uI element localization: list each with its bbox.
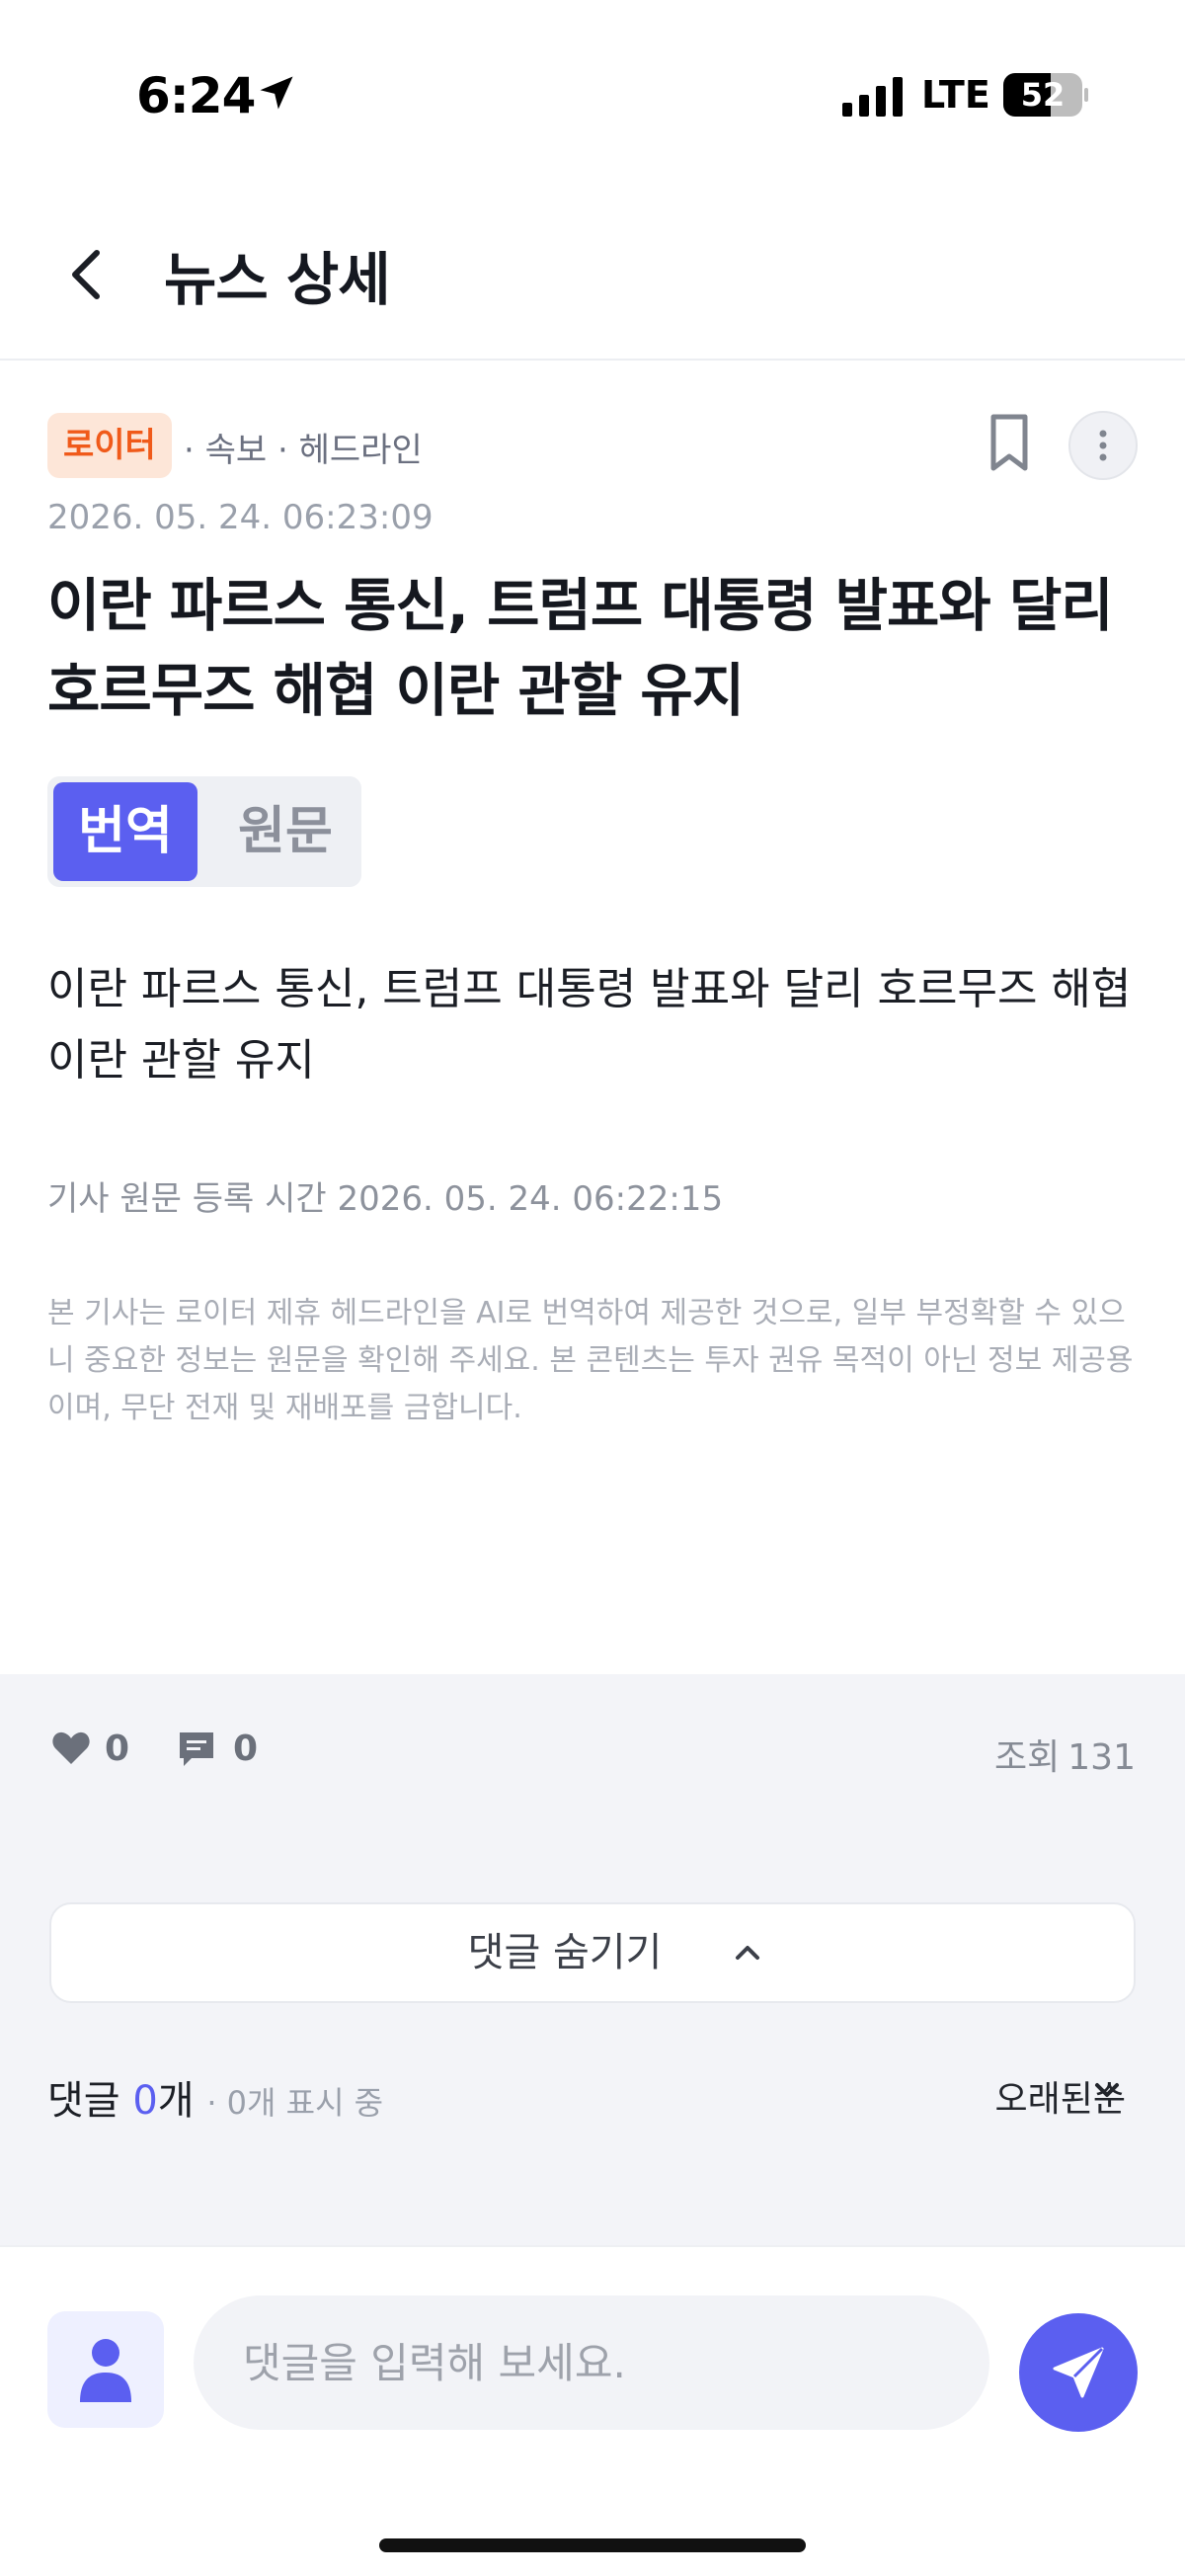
heart-icon[interactable] [51, 1731, 91, 1766]
chevron-up-icon [736, 1946, 759, 1960]
send-button[interactable] [1019, 2313, 1138, 2432]
chevron-down-icon[interactable] [1092, 2080, 1122, 2102]
article-tags: · 속보 · 헤드라인 [184, 431, 423, 470]
views-label: 조회 [994, 1737, 1061, 1778]
hide-comments-button[interactable]: 댓글 숨기기 [49, 1902, 1136, 2003]
article-body: 이란 파르스 통신, 트럼프 대통령 발표와 달리 호르무즈 해협 이란 관할 … [47, 964, 1132, 1086]
article-title: 이란 파르스 통신, 트럼프 대통령 발표와 달리 호르무즈 해협 이란 관할 … [47, 572, 1114, 724]
view-count: 조회 131 [987, 1729, 1136, 1780]
page-title: 뉴스 상세 [164, 246, 391, 313]
original-tab[interactable]: 원문 [213, 782, 357, 881]
comments-shown: · 0개 표시 중 [206, 2084, 384, 2122]
language-toggle: 번역 원문 [47, 776, 361, 887]
home-indicator [379, 2538, 806, 2552]
more-vertical-icon [1099, 430, 1107, 461]
comment-input[interactable] [194, 2295, 989, 2430]
app-header: 뉴스 상세 [0, 188, 1185, 361]
comment-count: 0 [233, 1729, 259, 1769]
more-options-button[interactable] [1068, 411, 1138, 480]
user-icon [80, 2339, 131, 2402]
signal-icon [842, 77, 903, 117]
views-value: 131 [1067, 1737, 1136, 1778]
bookmark-icon[interactable] [986, 413, 1033, 472]
translate-tab[interactable]: 번역 [53, 782, 198, 881]
avatar [47, 2311, 164, 2428]
comments-summary-prefix: 댓글 [47, 2078, 133, 2124]
location-arrow-icon [260, 76, 293, 110]
comment-icon[interactable] [176, 1729, 217, 1770]
status-time: 6:24 [136, 67, 256, 124]
comments-total: 0 [132, 2078, 158, 2124]
original-registration-time: 기사 원문 등록 시간 2026. 05. 24. 06:22:15 [47, 1179, 724, 1219]
battery-level: 52 [1020, 76, 1066, 114]
network-label: LTE [921, 73, 990, 117]
article-date: 2026. 05. 24. 06:23:09 [47, 498, 434, 537]
back-icon[interactable] [57, 239, 120, 310]
send-icon [1053, 2347, 1104, 2398]
hide-comments-label: 댓글 숨기기 [467, 1930, 663, 1975]
source-badge: 로이터 [47, 413, 172, 478]
comments-summary-suffix: 개 [157, 2078, 195, 2124]
like-count: 0 [105, 1729, 130, 1769]
status-bar: 6:24 LTE 52 [0, 0, 1185, 188]
disclaimer-text: 본 기사는 로이터 제휴 헤드라인을 AI로 번역하여 제공한 것으로, 일부 … [47, 1296, 1134, 1425]
comments-summary: 댓글 0개 · 0개 표시 중 [47, 2068, 383, 2126]
